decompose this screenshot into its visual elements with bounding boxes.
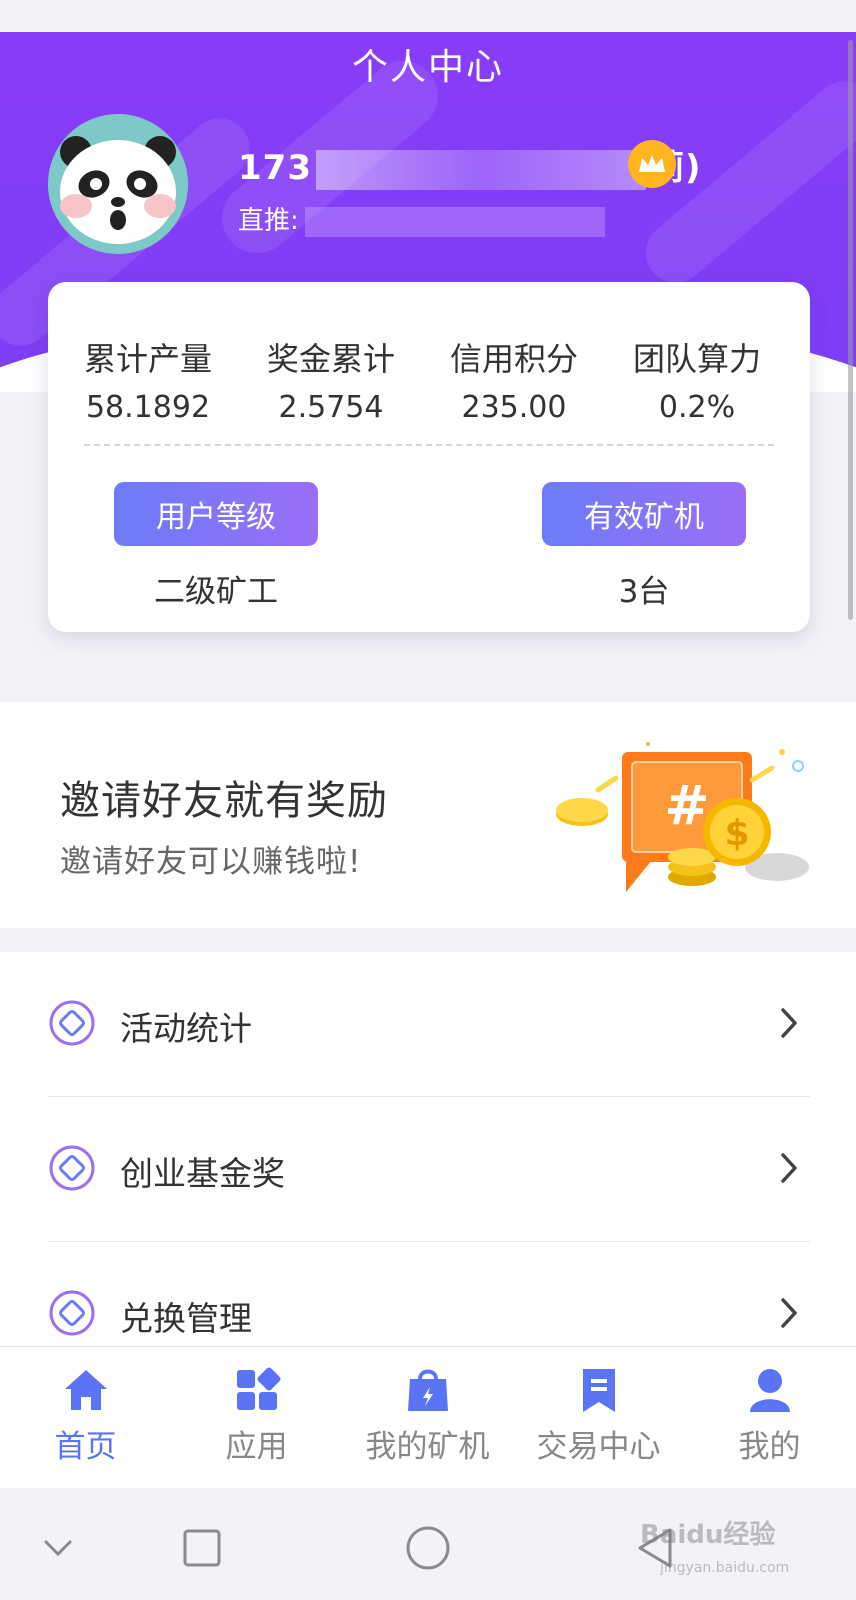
referral-redacted xyxy=(304,206,605,237)
tab-label: 应用 xyxy=(225,1429,288,1465)
avatar[interactable] xyxy=(48,114,188,254)
tab-label: 我的 xyxy=(738,1429,801,1465)
stat-credit-score: 信用积分 235.00 xyxy=(419,334,609,425)
username-start: 173 xyxy=(238,148,312,188)
menu-item-startup-fund[interactable]: 创业基金奖 xyxy=(48,1097,810,1241)
stat-label: 信用积分 xyxy=(449,340,578,378)
stat-value: 235.00 xyxy=(461,390,567,425)
invite-title: 邀请好友就有奖励 xyxy=(60,778,388,824)
tab-trading-center[interactable]: 交易中心 xyxy=(513,1365,684,1466)
stat-label: 团队算力 xyxy=(632,340,761,378)
svg-text:$: $ xyxy=(724,813,749,854)
chevron-right-icon xyxy=(781,1153,797,1183)
user-level-button[interactable]: 用户等级 xyxy=(114,482,318,546)
recent-apps-icon[interactable] xyxy=(172,1518,232,1578)
chevron-right-icon xyxy=(781,1008,797,1038)
bag-icon xyxy=(407,1369,448,1411)
apps-icon xyxy=(236,1367,280,1410)
invite-banner[interactable]: 邀请好友就有奖励 邀请好友可以赚钱啦! # $ xyxy=(0,702,856,928)
stat-team-power: 团队算力 0.2% xyxy=(602,334,792,425)
referral-label: 直推: xyxy=(238,206,299,236)
tab-label: 我的矿机 xyxy=(365,1429,490,1465)
tab-home[interactable]: 首页 xyxy=(0,1365,171,1466)
chevron-right-icon xyxy=(781,1298,797,1328)
status-bar xyxy=(0,0,856,32)
stat-label: 奖金累计 xyxy=(266,340,395,378)
stat-value: 2.5754 xyxy=(278,390,384,425)
menu-item-label: 创业基金奖 xyxy=(120,1154,285,1193)
stats-card: 累计产量 58.1892 奖金累计 2.5754 信用积分 235.00 团队算… xyxy=(48,282,810,632)
stat-bonus-total: 奖金累计 2.5754 xyxy=(236,334,426,425)
page-title: 个人中心 xyxy=(351,47,504,88)
bottom-tab-bar: 首页 应用 我的矿机 交易中心 我的 xyxy=(0,1346,856,1489)
home-icon xyxy=(64,1370,107,1410)
stat-value: 58.1892 xyxy=(85,390,211,425)
chevron-down-icon[interactable] xyxy=(28,1518,88,1578)
tab-mine[interactable]: 我的 xyxy=(684,1365,855,1466)
invite-subtitle: 邀请好友可以赚钱啦! xyxy=(60,844,362,880)
active-machines-button[interactable]: 有效矿机 xyxy=(542,482,746,546)
stat-value: 0.2% xyxy=(658,390,736,425)
bookmark-icon xyxy=(582,1369,615,1412)
stat-total-output: 累计产量 58.1892 xyxy=(53,334,243,425)
watermark-url: jingyan.baidu.com xyxy=(660,1560,790,1576)
watermark: Baidu经验 xyxy=(640,1520,776,1550)
svg-text:#: # xyxy=(664,774,709,837)
menu-item-exchange-management[interactable]: 兑换管理 xyxy=(48,1242,810,1346)
section-gap xyxy=(0,928,856,952)
stat-label: 累计产量 xyxy=(83,340,212,378)
section-gap xyxy=(0,678,856,702)
menu-item-label: 兑换管理 xyxy=(120,1299,252,1338)
tab-label: 首页 xyxy=(54,1429,117,1465)
invite-chat-coins-icon: # $ xyxy=(556,742,809,892)
scrollbar[interactable] xyxy=(848,40,853,620)
tab-my-machines[interactable]: 我的矿机 xyxy=(342,1365,513,1466)
active-machines-value: 3台 xyxy=(618,574,670,610)
menu-item-activity-stats[interactable]: 活动统计 xyxy=(48,952,810,1096)
referral-info: 直推: xyxy=(238,200,605,237)
tab-apps[interactable]: 应用 xyxy=(171,1365,342,1466)
dashed-divider xyxy=(84,444,774,446)
username-redacted xyxy=(315,149,646,190)
menu-item-label: 活动统计 xyxy=(120,1009,252,1048)
diamond-icon xyxy=(49,1145,95,1191)
crown-icon xyxy=(628,140,676,188)
menu-list: 活动统计 创业基金奖 兑换管理 xyxy=(0,952,856,1346)
person-icon xyxy=(749,1369,790,1412)
tab-label: 交易中心 xyxy=(536,1429,661,1465)
diamond-icon xyxy=(49,1000,95,1046)
panda-avatar-icon xyxy=(48,114,188,254)
home-circle-icon[interactable] xyxy=(398,1518,458,1578)
user-level-value: 二级矿工 xyxy=(154,574,278,610)
diamond-icon xyxy=(49,1290,95,1336)
